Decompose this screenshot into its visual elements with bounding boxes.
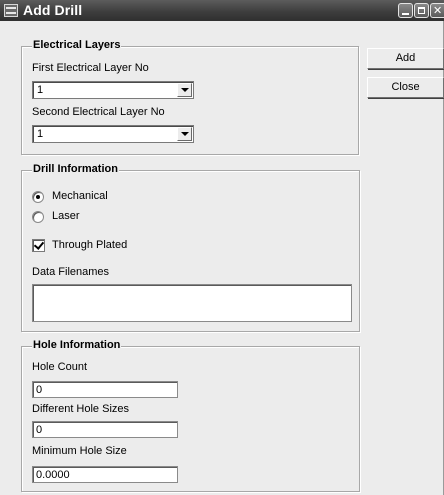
first-layer-value: 1 [37, 84, 44, 96]
through-plated-label[interactable]: Through Plated [52, 239, 127, 251]
maximize-icon [418, 7, 425, 14]
hole-information-title: Hole Information [32, 339, 122, 351]
drill-information-group: Drill Information Mechanical Laser Throu… [21, 163, 360, 332]
window-title: Add Drill [23, 2, 83, 18]
laser-label[interactable]: Laser [52, 210, 80, 222]
hole-information-group: Hole Information Hole Count 0 Different … [21, 339, 360, 492]
data-filenames-label: Data Filenames [32, 266, 110, 278]
add-drill-dialog: Add Drill ✕ Electrical Layers First Elec… [0, 0, 444, 495]
hole-count-label: Hole Count [32, 361, 88, 373]
close-icon: ✕ [433, 5, 443, 17]
mechanical-radio[interactable] [32, 191, 44, 203]
app-icon[interactable] [4, 4, 18, 17]
data-filenames-field[interactable] [32, 284, 352, 322]
electrical-layers-group: Electrical Layers First Electrical Layer… [21, 39, 359, 155]
add-button[interactable]: Add [367, 48, 444, 69]
laser-radio[interactable] [32, 211, 44, 223]
drill-information-title: Drill Information [32, 163, 119, 175]
through-plated-checkbox[interactable] [32, 239, 45, 252]
minimize-icon [402, 13, 409, 15]
maximize-button[interactable] [414, 3, 429, 18]
different-hole-sizes-input[interactable]: 0 [32, 421, 178, 438]
minimum-hole-size-input[interactable]: 0.0000 [32, 466, 178, 483]
dropdown-arrow-icon[interactable] [177, 83, 192, 97]
second-layer-select[interactable]: 1 [32, 125, 194, 143]
minimum-hole-size-label: Minimum Hole Size [32, 445, 127, 457]
first-layer-label: First Electrical Layer No [32, 62, 149, 74]
close-button[interactable]: Close [367, 77, 444, 98]
second-layer-label: Second Electrical Layer No [32, 106, 165, 118]
electrical-layers-title: Electrical Layers [32, 39, 122, 51]
title-bar[interactable]: Add Drill ✕ [0, 0, 444, 21]
second-layer-value: 1 [37, 128, 44, 140]
hole-count-input[interactable]: 0 [32, 381, 178, 398]
close-window-button[interactable]: ✕ [430, 3, 444, 18]
first-layer-select[interactable]: 1 [32, 81, 194, 99]
minimize-button[interactable] [398, 3, 413, 18]
dropdown-arrow-icon[interactable] [177, 127, 192, 141]
different-hole-sizes-label: Different Hole Sizes [32, 403, 130, 415]
mechanical-label[interactable]: Mechanical [52, 190, 108, 202]
